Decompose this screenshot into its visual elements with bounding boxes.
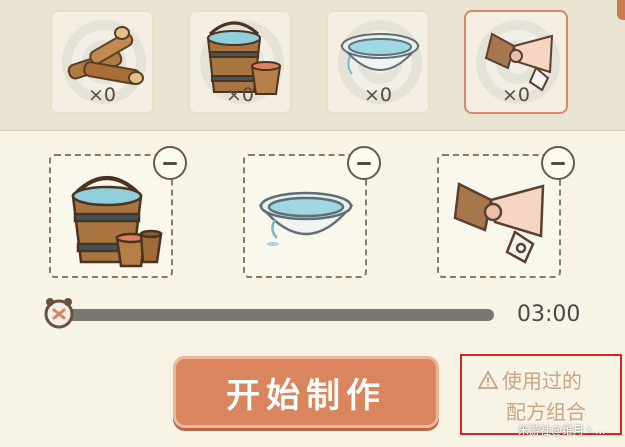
- used-combo-text-line2: 配方组合: [506, 400, 586, 424]
- water-buckets-icon: [71, 176, 163, 268]
- item-count: ×0: [501, 84, 530, 106]
- remove-button[interactable]: [541, 146, 575, 180]
- recipe-slot-water-buckets[interactable]: [49, 146, 187, 278]
- item-count: ×0: [225, 84, 254, 106]
- water-basin-icon: [258, 191, 354, 246]
- recipe-slot-cloth-bundle[interactable]: [437, 146, 575, 278]
- progress-bar: [58, 309, 494, 321]
- warning-icon: [478, 369, 498, 389]
- watermark: 米游社@维月丶...: [518, 424, 606, 437]
- timer-readout: 03:00: [517, 302, 581, 327]
- item-count: ×0: [87, 84, 116, 106]
- used-combo-text-line1: 使用过的: [502, 369, 582, 393]
- start-crafting-button[interactable]: 开始制作: [173, 356, 439, 428]
- remove-button[interactable]: [347, 146, 381, 180]
- item-count: ×0: [363, 84, 392, 106]
- alarm-clock-icon: [44, 298, 74, 329]
- cloth-bundle-icon: [453, 182, 545, 264]
- inventory-slot-firewood[interactable]: ×0: [50, 10, 154, 114]
- inventory-slot-water-buckets[interactable]: ×0: [188, 10, 292, 114]
- inventory-slot-cloth-bundle[interactable]: ×0: [464, 10, 568, 114]
- inventory-slot-water-basin[interactable]: ×0: [326, 10, 430, 114]
- panel-edge: [617, 0, 625, 20]
- used-combo-label[interactable]: 使用过的: [478, 365, 582, 394]
- remove-button[interactable]: [153, 146, 187, 180]
- recipe-slot-water-basin[interactable]: [243, 146, 381, 278]
